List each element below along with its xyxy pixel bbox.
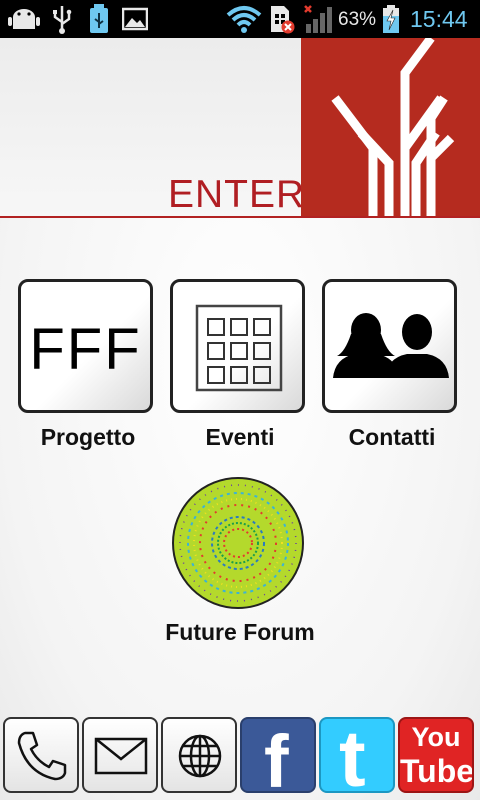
sim-error-icon (271, 6, 295, 34)
email-button[interactable] (82, 717, 158, 793)
future-forum-label[interactable]: Future Forum (130, 619, 350, 646)
image-icon (122, 7, 148, 31)
mandala-logo-icon[interactable] (171, 476, 305, 610)
logo (301, 35, 480, 218)
twitter-button[interactable]: t (319, 717, 395, 793)
youtube-icon: You (411, 722, 461, 752)
usb-storage-icon (90, 4, 108, 33)
clock: 15:44 (410, 6, 468, 32)
battery-charging-icon (383, 5, 399, 33)
progetto-label[interactable]: Progetto (13, 424, 163, 451)
battery-percent: 63% (338, 9, 377, 30)
contatti-label[interactable]: Contatti (317, 424, 467, 451)
eventi-label[interactable]: Eventi (165, 424, 315, 451)
android-debug-icon (8, 9, 40, 29)
tree-logo-icon (331, 35, 455, 218)
eventi-tile[interactable] (170, 279, 305, 413)
contatti-tile[interactable] (322, 279, 457, 413)
people-icon (333, 313, 449, 378)
status-bar: 63% 15:44 (0, 0, 480, 38)
wifi-icon (226, 6, 262, 33)
web-button[interactable] (161, 717, 237, 793)
facebook-button[interactable]: f (240, 717, 316, 793)
mail-icon (94, 737, 148, 775)
phone-icon (17, 731, 67, 781)
enter-button[interactable]: ENTER (168, 173, 305, 217)
app-screen: 63% 15:44 ENTER FFF Progetto Eventi Cont… (0, 0, 480, 800)
fff-logo: FFF (29, 317, 142, 382)
twitter-icon: t (339, 717, 366, 793)
signal-icon (304, 5, 332, 33)
youtube-button[interactable]: You Tube (398, 717, 474, 793)
header-divider (0, 216, 480, 218)
facebook-icon: f (264, 720, 289, 793)
youtube-icon-tube: Tube (400, 753, 474, 789)
progetto-tile[interactable]: FFF (18, 279, 153, 413)
globe-icon (178, 734, 222, 778)
phone-button[interactable] (3, 717, 79, 793)
usb-icon (53, 6, 72, 34)
calendar-grid-icon (195, 304, 283, 392)
